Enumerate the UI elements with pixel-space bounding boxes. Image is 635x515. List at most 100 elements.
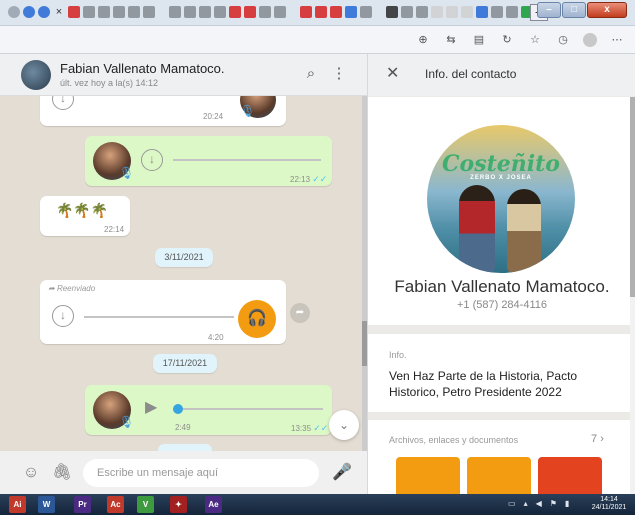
tab-favicon[interactable] — [360, 6, 372, 18]
audio-progress-track[interactable] — [173, 159, 321, 161]
audio-message: ↓ 🎙 20:24 — [40, 96, 286, 126]
scroll-down-button[interactable]: ⌄ — [329, 410, 359, 440]
zoom-icon[interactable]: ⊕ — [415, 32, 431, 48]
refresh-icon[interactable]: ↻ — [499, 32, 515, 48]
tab-favicon[interactable] — [199, 6, 211, 18]
close-icon[interactable]: ✕ — [386, 65, 399, 83]
media-count[interactable]: 7 › — [591, 433, 604, 445]
read-receipt-icon: ✓✓ — [313, 423, 329, 433]
profile-photo[interactable]: Costeñito ZERBO X JOSEA — [427, 125, 575, 273]
audio-progress-track[interactable] — [84, 316, 234, 318]
search-icon[interactable]: ⌕ — [302, 65, 320, 83]
tab-favicon[interactable] — [83, 6, 95, 18]
media-thumbnail[interactable] — [538, 457, 602, 494]
tab-favicon[interactable] — [23, 6, 35, 18]
contact-phone: +1 (587) 284-4116 — [456, 299, 547, 311]
browser-toolbar: ⊕ ⇆ ▤ ↻ ☆ ◷ ⋯ — [0, 26, 635, 54]
taskbar-app-icon[interactable]: Ai — [9, 496, 26, 513]
last-seen-status: últ. vez hoy a la(s) 14:12 — [60, 78, 159, 88]
tab-favicon[interactable] — [38, 6, 50, 18]
audio-message: 🎙 ↓ 22:13 ✓✓ — [85, 136, 332, 186]
minimize-button[interactable]: – — [537, 2, 561, 18]
message-input[interactable] — [83, 459, 319, 487]
history-icon[interactable]: ◷ — [555, 32, 571, 48]
volume-icon[interactable]: ◀ — [536, 499, 542, 508]
media-thumbnail[interactable] — [396, 457, 460, 494]
taskbar-app-icon[interactable]: W — [38, 496, 55, 513]
tab-favicon[interactable] — [416, 6, 428, 18]
reader-icon[interactable]: ▤ — [471, 32, 487, 48]
maximize-button[interactable]: □ — [562, 2, 586, 18]
emoji-icon[interactable]: ☺ — [22, 464, 40, 482]
tab-favicon[interactable] — [98, 6, 110, 18]
play-icon[interactable]: ▶ — [145, 397, 157, 417]
text-message: 🌴🌴🌴 22:14 — [40, 196, 130, 236]
tab-favicon[interactable] — [68, 6, 80, 18]
favorites-icon[interactable]: ☆ — [527, 32, 543, 48]
taskbar-app-icon[interactable]: ✦ — [170, 496, 187, 513]
tab-favicon[interactable] — [491, 6, 503, 18]
chevron-right-icon: › — [600, 433, 604, 445]
tab-favicon[interactable] — [8, 6, 20, 18]
tab-favicon[interactable] — [274, 6, 286, 18]
tab-favicon[interactable] — [446, 6, 458, 18]
profile-icon[interactable] — [583, 33, 597, 47]
attach-icon[interactable]: 🖇 — [52, 464, 72, 482]
read-receipt-icon: ✓✓ — [312, 174, 328, 184]
close-tab-icon[interactable]: × — [53, 6, 65, 18]
message-time: 22:14 — [104, 225, 125, 234]
download-icon[interactable]: ↓ — [141, 149, 163, 171]
media-card[interactable]: Archivos, enlaces y documentos 7 › — [368, 420, 630, 494]
battery-icon[interactable]: ▮ — [565, 499, 569, 508]
tab-favicon[interactable] — [184, 6, 196, 18]
chat-contact-name[interactable]: Fabian Vallenato Mamatoco. — [60, 61, 225, 76]
tab-favicon[interactable] — [330, 6, 342, 18]
tab-favicon[interactable] — [506, 6, 518, 18]
panel-scrollbar[interactable] — [630, 97, 635, 494]
tab-favicon[interactable] — [300, 6, 312, 18]
tab-favicon[interactable] — [259, 6, 271, 18]
tab-strip[interactable]: × — [8, 6, 548, 18]
message-list[interactable]: ↓ 🎙 20:24 🎙 ↓ 22:13 ✓✓ 🌴🌴🌴 22:14 3/11/20… — [0, 96, 362, 451]
tab-favicon[interactable] — [214, 6, 226, 18]
forwarded-label: ➦ Reenviado — [48, 284, 96, 293]
arrow-icon[interactable]: ▴ — [524, 499, 528, 508]
chat-header[interactable]: Fabian Vallenato Mamatoco. últ. vez hoy … — [0, 54, 367, 96]
clock[interactable]: 14:14 24/11/2021 — [585, 496, 633, 512]
avatar[interactable] — [21, 60, 51, 90]
media-thumbnail[interactable] — [467, 457, 531, 494]
tab-favicon[interactable] — [315, 6, 327, 18]
browser-tab-bar: × + – □ x — [0, 0, 635, 26]
translate-icon[interactable]: ⇆ — [443, 32, 459, 48]
tab-favicon[interactable] — [476, 6, 488, 18]
network-icon[interactable]: ▭ — [508, 499, 516, 508]
tab-favicon[interactable] — [401, 6, 413, 18]
tab-favicon[interactable] — [431, 6, 443, 18]
flag-icon[interactable]: ⚑ — [550, 499, 557, 508]
taskbar-app-icon[interactable]: Ae — [205, 496, 222, 513]
tab-favicon[interactable] — [461, 6, 473, 18]
audio-progress-knob[interactable] — [173, 404, 183, 414]
tab-favicon[interactable] — [345, 6, 357, 18]
download-icon[interactable]: ↓ — [52, 96, 74, 110]
menu-icon[interactable]: ⋮ — [330, 65, 348, 83]
microphone-icon[interactable]: 🎤 — [332, 464, 352, 482]
taskbar-app-icon[interactable]: V — [137, 496, 154, 513]
tab-favicon[interactable] — [386, 6, 398, 18]
taskbar-app-icon[interactable]: Ac — [107, 496, 124, 513]
forward-message-button[interactable]: ➦ — [290, 303, 310, 323]
tab-favicon[interactable] — [169, 6, 181, 18]
more-icon[interactable]: ⋯ — [609, 32, 625, 48]
tab-favicon[interactable] — [229, 6, 241, 18]
tab-favicon[interactable] — [113, 6, 125, 18]
audio-progress-track[interactable] — [177, 408, 323, 410]
tab-favicon[interactable] — [244, 6, 256, 18]
message-time: 4:20 — [208, 333, 224, 342]
photo-person — [459, 185, 495, 273]
close-window-button[interactable]: x — [587, 2, 627, 18]
taskbar-app-icon[interactable]: Pr — [74, 496, 91, 513]
scrollbar-thumb[interactable] — [630, 97, 635, 297]
tab-favicon[interactable] — [128, 6, 140, 18]
download-icon[interactable]: ↓ — [52, 305, 74, 327]
tab-favicon[interactable] — [143, 6, 155, 18]
